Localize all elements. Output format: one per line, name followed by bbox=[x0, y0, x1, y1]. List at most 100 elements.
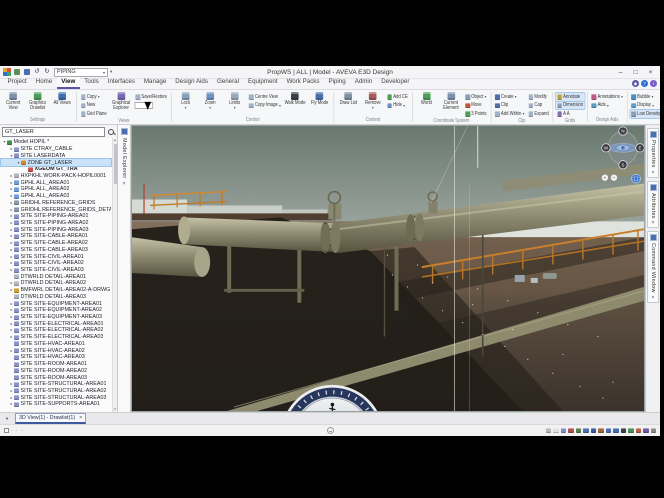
compass-icon[interactable] bbox=[628, 428, 634, 434]
undo-icon[interactable]: ↺ bbox=[33, 68, 41, 76]
ribbon-button-aids[interactable]: Aids▾ bbox=[590, 102, 624, 110]
tree-item-site-site-cable-area02[interactable]: ▸SITE SITE-CABLE-AREA02 bbox=[1, 240, 111, 247]
ribbon-tab-developer[interactable]: Developer bbox=[377, 77, 414, 89]
ribbon-button-remove[interactable]: Remove▾ bbox=[361, 91, 384, 117]
drawlist-link-icon[interactable] bbox=[24, 69, 30, 75]
ribbon-button-current-element[interactable]: Current Element bbox=[440, 91, 463, 118]
style-diamond-icon[interactable]: ◆ bbox=[632, 80, 639, 87]
close-icon[interactable]: × bbox=[79, 415, 82, 421]
tree-item-site-site-equipment-area02[interactable]: ▸SITE SITE-EQUIPMENT-AREA02 bbox=[1, 307, 111, 314]
close-icon[interactable]: × bbox=[122, 181, 125, 187]
qat-more-button[interactable]: ▾ bbox=[110, 69, 112, 75]
graphics-settings-icon[interactable] bbox=[14, 69, 20, 75]
pin-icon[interactable] bbox=[636, 428, 642, 434]
ribbon-button-centre-view[interactable]: Centre View bbox=[248, 93, 282, 101]
view-tabs-dropdown[interactable]: ▾ bbox=[2, 416, 12, 422]
arrow-left-icon[interactable] bbox=[606, 428, 612, 434]
ribbon-button-dimension[interactable]: Dimension bbox=[556, 102, 584, 110]
tree-item-site-site-civil-area01[interactable]: ▸SITE SITE-CIVIL-AREA01 bbox=[1, 253, 111, 260]
model-explorer-tab[interactable]: Model Explorer bbox=[121, 138, 127, 178]
ribbon-button-clip[interactable]: Clip bbox=[494, 102, 526, 110]
ribbon-tab-design-aids[interactable]: Design Aids bbox=[171, 77, 213, 89]
tree-item-site-site-room-area01[interactable]: SITE SITE-ROOM-AREA01 bbox=[1, 361, 111, 368]
ribbon-tab-piping[interactable]: Piping bbox=[324, 77, 350, 89]
close-icon[interactable]: × bbox=[651, 220, 654, 226]
tree-item-site-site-hvac-area02[interactable]: ▸SITE SITE-HVAC-AREA02 bbox=[1, 347, 111, 354]
tree-item-dtwrld-detail-area02[interactable]: ▸DTWRLD DETAIL-AREA02 bbox=[1, 280, 111, 287]
scroll-up-icon[interactable]: ▴ bbox=[114, 138, 116, 143]
nav-south-button[interactable]: S bbox=[619, 161, 627, 169]
ribbon-button-draw-list[interactable]: Draw List bbox=[337, 91, 360, 117]
help-icon[interactable]: ? bbox=[641, 80, 648, 87]
redo-icon[interactable]: ↻ bbox=[43, 68, 51, 76]
nav-zoom-out-button[interactable]: − bbox=[610, 174, 617, 181]
viewport-3d[interactable]: N W E S bbox=[131, 125, 645, 412]
ribbon-button-a-a[interactable]: A A bbox=[556, 110, 584, 118]
ribbon-button-annotations[interactable]: Annotations▾ bbox=[590, 93, 624, 101]
tree-item-zone-gt-laser[interactable]: ▾ZONE GT_LASER bbox=[1, 159, 111, 166]
ribbon-button-cap[interactable]: Cap bbox=[527, 102, 550, 110]
restore-button[interactable]: □ bbox=[629, 67, 642, 78]
panel-tab-attributes[interactable]: Attributes× bbox=[647, 181, 659, 229]
pointer-icon[interactable] bbox=[583, 428, 589, 434]
tree-item-site-site-structural-area01[interactable]: ▸SITE SITE-STRUCTURAL-AREA01 bbox=[1, 381, 111, 388]
layers-icon[interactable] bbox=[643, 428, 649, 434]
close-icon[interactable]: × bbox=[651, 295, 654, 301]
tree-item-site-site-structural-area03[interactable]: ▸SITE SITE-STRUCTURAL-AREA03 bbox=[1, 394, 111, 401]
ribbon-tab-work-packs[interactable]: Work Packs bbox=[282, 77, 324, 89]
tree-item-site-ctray-cable[interactable]: ▸SITE CTRAY_CABLE bbox=[1, 146, 111, 153]
ribbon-button-copy-image[interactable]: Copy Image▾ bbox=[248, 102, 282, 110]
explorer-search-input[interactable] bbox=[2, 127, 105, 137]
tree-item-site-site-supports-area01[interactable]: ▸SITE SITE-SUPPORTS-AREA01 bbox=[1, 401, 111, 408]
handles-icon[interactable] bbox=[591, 428, 597, 434]
tree-item-site-site-hvac-area03[interactable]: SITE SITE-HVAC-AREA03 bbox=[1, 354, 111, 361]
tree-item-site-site-civil-area02[interactable]: ▸SITE SITE-CIVIL-AREA02 bbox=[1, 260, 111, 267]
grid-toggle-icon[interactable] bbox=[546, 428, 552, 434]
ribbon-button-modify[interactable]: Modify bbox=[527, 93, 550, 101]
tree-item-site-site-equipment-area01[interactable]: ▸SITE SITE-EQUIPMENT-AREA01 bbox=[1, 300, 111, 307]
ribbon-button-display[interactable]: Display▾ bbox=[630, 102, 660, 110]
scrollbar-thumb[interactable] bbox=[114, 144, 117, 184]
close-button[interactable]: × bbox=[644, 67, 657, 78]
minimize-button[interactable]: – bbox=[614, 67, 627, 78]
nav-zoom-in-button[interactable]: + bbox=[601, 174, 608, 181]
nav-east-button[interactable]: E bbox=[636, 144, 644, 152]
ribbon-button-move[interactable]: Move bbox=[464, 102, 488, 110]
tree-item-site-site-electrical-area02[interactable]: ▸SITE SITE-ELECTRICAL-AREA02 bbox=[1, 327, 111, 334]
tree-item-bmfwrl-detail-area02-a-drwg[interactable]: ▸BMFWRL DETAIL-AREA02-A-DRWG bbox=[1, 287, 111, 294]
tree-item-site-site-equipment-area03[interactable]: ▸SITE SITE-EQUIPMENT-AREA03 bbox=[1, 314, 111, 321]
tree-item-model-hopil[interactable]: ▾Model HOPIL * bbox=[1, 139, 111, 146]
ribbon-tab-general[interactable]: General bbox=[212, 77, 243, 89]
ribbon-tab-equipment[interactable]: Equipment bbox=[243, 77, 282, 89]
panel-tab-command-window[interactable]: Command Window× bbox=[647, 231, 659, 303]
ribbon-button-fly-mode[interactable]: Fly Mode bbox=[308, 91, 331, 117]
tree-item-site-site-room-area02[interactable]: SITE SITE-ROOM-AREA02 bbox=[1, 367, 111, 374]
qat-discipline-combo[interactable]: PIPING ▾ bbox=[54, 68, 108, 77]
ribbon-tab-interfaces[interactable]: Interfaces bbox=[103, 77, 139, 89]
ribbon-button-save-restore[interactable]: Save/Restore bbox=[134, 93, 168, 101]
ribbon-button-world[interactable]: World bbox=[415, 91, 438, 118]
measure-icon[interactable] bbox=[576, 428, 582, 434]
tree-item-site-site-piping-area02[interactable]: ▸SITE SITE-PIPING-AREA02 bbox=[1, 220, 111, 227]
tree-item-dtwrld-detail-area03[interactable]: DTWRLD DETAIL-AREA03 bbox=[1, 294, 111, 301]
tree-item-site-site-piping-area03[interactable]: ▸SITE SITE-PIPING-AREA03 bbox=[1, 226, 111, 233]
tree-item-gridhl-reference-grids[interactable]: ▸GRIDHL REFERENCE_GRIDS bbox=[1, 199, 111, 206]
ribbon-button-copy[interactable]: Copy▾ bbox=[80, 93, 108, 101]
tree-item-dtwrld-detail-area01[interactable]: DTWRLD DETAIL-AREA01 bbox=[1, 273, 111, 280]
ribbon-button-lock[interactable]: Lock▾ bbox=[174, 91, 197, 117]
close-icon[interactable]: × bbox=[651, 170, 654, 176]
tree-item-site-site-electrical-area01[interactable]: ▸SITE SITE-ELECTRICAL-AREA01 bbox=[1, 320, 111, 327]
ribbon-button-3-points[interactable]: 3 Points bbox=[464, 110, 488, 118]
nav-globe-button[interactable] bbox=[631, 174, 640, 183]
tree-item-gridhl-reference-grids-detail[interactable]: ▸GRIDHL REFERENCE_GRIDS_DETAIL bbox=[1, 206, 111, 213]
ribbon-button-graphics-drawlist[interactable]: Graphics Drawlist bbox=[26, 91, 49, 117]
tree-item-site-site-structural-area02[interactable]: ▸SITE SITE-STRUCTURAL-AREA02 bbox=[1, 388, 111, 395]
tree-item-xgeom-gt-tra[interactable]: XGEOM GT_TRA bbox=[1, 166, 111, 173]
search-icon[interactable] bbox=[107, 128, 115, 136]
ribbon-button-add-ce[interactable]: Add CE bbox=[386, 93, 409, 101]
tree-item-site-laserdata[interactable]: ▾SITE LASERDATA bbox=[1, 152, 111, 159]
nav-north-button[interactable]: N bbox=[619, 127, 627, 135]
tree-item-site-site-cable-area03[interactable]: ▸SITE SITE-CABLE-AREA03 bbox=[1, 247, 111, 254]
tree-item-site-site-civil-area03[interactable]: ▸SITE SITE-CIVIL-AREA03 bbox=[1, 267, 111, 274]
view-tab-active[interactable]: 3D View(1) - Drawlist(1) × bbox=[15, 413, 86, 424]
